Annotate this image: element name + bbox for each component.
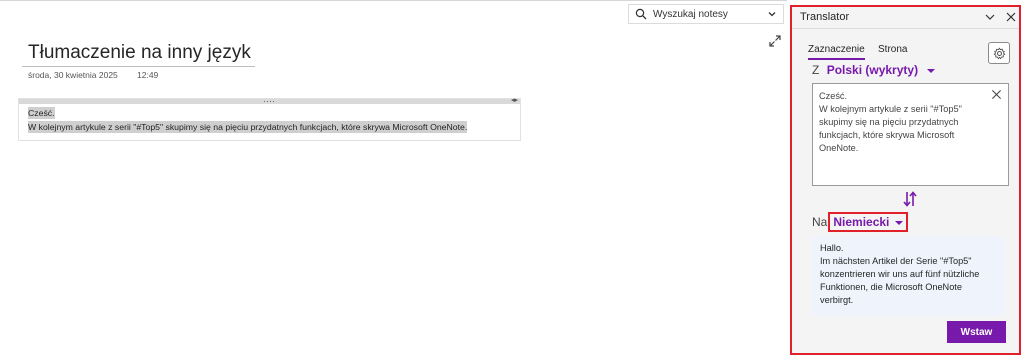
close-icon[interactable] [991,89,1002,100]
translator-pane: Translator Zaznaczenie Strona Z Polski (… [790,5,1021,355]
onenote-window: Wyszukaj notesy Tłumaczenie na inny języ… [0,0,1024,358]
target-language-select[interactable]: Niemiecki [828,212,909,232]
top-divider [0,0,787,1]
pane-divider [792,28,1019,29]
swap-icon[interactable] [902,190,918,208]
settings-button[interactable] [988,42,1010,64]
chevron-down-icon[interactable] [767,9,777,19]
close-icon[interactable] [1005,11,1017,23]
translated-text: Hallo. Im nächsten Artikel der Serie "#T… [820,243,980,305]
source-text-area[interactable]: Cześć. W kolejnym artykule z serii "#Top… [812,83,1009,186]
tab-selection[interactable]: Zaznaczenie [808,44,865,60]
note-line[interactable]: W kolejnym artykule z serii "#Top5" skup… [28,121,468,133]
source-language-select[interactable]: Polski (wykryty) [827,63,918,77]
page-time: 12:49 [137,70,159,80]
page-date: środa, 30 kwietnia 2025 [28,70,118,80]
chevron-down-icon[interactable] [927,68,936,73]
note-line[interactable]: Cześć. [28,107,55,119]
search-notebooks-box[interactable]: Wyszukaj notesy [628,4,784,24]
gear-icon [993,46,1005,59]
expand-icon[interactable] [769,35,781,47]
move-handle-icon[interactable]: ···· [263,96,275,106]
tab-page[interactable]: Strona [878,44,907,55]
source-text[interactable]: Cześć. W kolejnym artykule z serii "#Top… [819,90,984,155]
search-placeholder[interactable]: Wyszukaj notesy [653,9,767,20]
resize-handle-icon[interactable]: ◂▸ [511,96,518,104]
chevron-down-icon[interactable] [984,11,996,23]
source-language-row[interactable]: Z Polski (wykryty) [812,63,936,77]
to-prefix: Na [812,215,828,229]
search-icon [635,8,647,20]
top-bar: Wyszukaj notesy [0,0,787,30]
note-line-text: Cześć. [28,107,55,119]
page-meta: środa, 30 kwietnia 2025 12:49 [28,70,158,80]
note-container[interactable]: ···· ◂▸ Cześć. W kolejnym artykule z ser… [18,96,521,141]
pane-title: Translator [800,11,850,23]
insert-button[interactable]: Wstaw [947,321,1006,343]
target-language-label: Niemiecki [833,215,890,229]
note-line-text: W kolejnym artykule z serii "#Top5" skup… [28,121,468,133]
page-title[interactable]: Tłumaczenie na inny język [28,42,251,64]
from-prefix: Z [812,63,820,77]
title-underline [22,66,255,67]
target-language-row[interactable]: Na Niemiecki [812,212,909,232]
translated-text-area: Hallo. Im nächsten Artikel der Serie "#T… [812,236,1005,316]
chevron-down-icon [895,220,904,225]
